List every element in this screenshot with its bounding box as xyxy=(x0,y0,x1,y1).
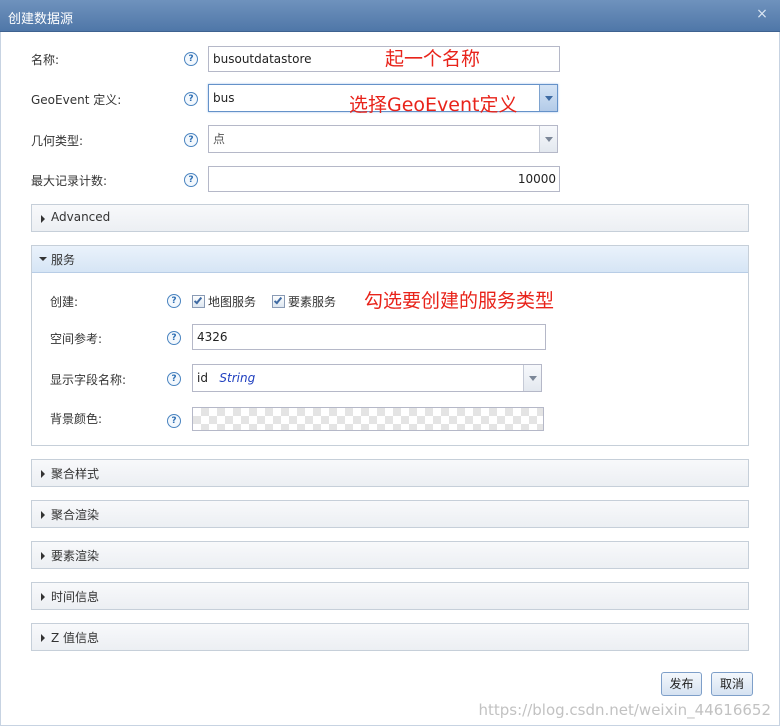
help-icon[interactable]: ? xyxy=(167,331,181,345)
check-icon xyxy=(193,295,203,305)
help-icon[interactable]: ? xyxy=(184,92,198,106)
panel-z-info[interactable]: Z 值信息 xyxy=(31,623,749,651)
dialog-body: 名称: ? busoutdatastore 起一个名称 GeoEvent 定义:… xyxy=(0,32,780,726)
geometry-label: 几何类型: xyxy=(31,134,84,148)
geoevent-select-value: bus xyxy=(213,91,235,105)
chevron-down-icon[interactable] xyxy=(523,365,541,391)
display-field-label: 显示字段名称: xyxy=(50,373,127,387)
create-label: 创建: xyxy=(50,295,79,309)
feature-service-checkbox[interactable] xyxy=(272,295,285,308)
cancel-button[interactable]: 取消 xyxy=(711,672,753,696)
panel-advanced[interactable]: Advanced xyxy=(31,204,749,232)
service-annotation: 勾选要创建的服务类型 xyxy=(364,290,555,312)
geoevent-annotation: 选择GeoEvent定义 xyxy=(349,94,518,116)
panel-aggregation-render-header[interactable]: 聚合渲染 xyxy=(32,501,748,528)
panel-feature-render-title: 要素渲染 xyxy=(51,549,100,563)
panel-aggregation-style-header[interactable]: 聚合样式 xyxy=(32,460,748,487)
geometry-select[interactable]: 点 xyxy=(208,125,558,153)
close-icon[interactable]: × xyxy=(754,6,770,22)
spatial-ref-label: 空间参考: xyxy=(50,332,103,346)
display-field-select[interactable]: id String xyxy=(192,364,542,392)
panel-aggregation-render[interactable]: 聚合渲染 xyxy=(31,500,749,528)
panel-advanced-title: Advanced xyxy=(51,210,111,224)
panel-service: 服务 创建: ? 地图服务 要素服务 勾选要创建的服务类型 空间参考: ? 43… xyxy=(31,245,749,446)
panel-feature-render-header[interactable]: 要素渲染 xyxy=(32,542,748,569)
panel-service-header[interactable]: 服务 xyxy=(32,246,748,273)
display-field-name: id xyxy=(197,371,208,385)
panel-aggregation-style[interactable]: 聚合样式 xyxy=(31,459,749,487)
help-icon[interactable]: ? xyxy=(167,372,181,386)
panel-aggregation-render-title: 聚合渲染 xyxy=(51,508,100,522)
help-icon[interactable]: ? xyxy=(184,133,198,147)
dialog-title: 创建数据源 xyxy=(8,12,74,27)
dialog-title-bar[interactable]: 创建数据源 × xyxy=(0,0,780,32)
spatial-ref-input[interactable]: 4326 xyxy=(192,324,546,350)
watermark: https://blog.csdn.net/weixin_44616652 xyxy=(478,701,771,719)
panel-time-info-header[interactable]: 时间信息 xyxy=(32,583,748,610)
display-field-value: id String xyxy=(197,365,255,391)
chevron-down-icon[interactable] xyxy=(539,85,557,111)
help-icon[interactable]: ? xyxy=(167,414,181,428)
name-input[interactable]: busoutdatastore xyxy=(208,46,560,72)
name-annotation: 起一个名称 xyxy=(385,48,481,70)
help-icon[interactable]: ? xyxy=(184,173,198,187)
geoevent-label: GeoEvent 定义: xyxy=(31,93,122,107)
expand-arrow-icon xyxy=(41,552,45,560)
max-records-label: 最大记录计数: xyxy=(31,174,108,188)
bg-color-label: 背景颜色: xyxy=(50,412,103,426)
collapse-arrow-icon xyxy=(39,257,47,261)
chevron-down-icon[interactable] xyxy=(539,126,557,152)
name-label: 名称: xyxy=(31,53,60,67)
max-records-input[interactable]: 10000 xyxy=(208,166,560,192)
display-field-type: String xyxy=(219,371,256,385)
expand-arrow-icon xyxy=(41,215,45,223)
expand-arrow-icon xyxy=(41,470,45,478)
expand-arrow-icon xyxy=(41,634,45,642)
map-service-label[interactable]: 地图服务 xyxy=(208,293,256,310)
bg-color-picker[interactable] xyxy=(192,407,544,431)
expand-arrow-icon xyxy=(41,593,45,601)
help-icon[interactable]: ? xyxy=(167,294,181,308)
panel-z-info-header[interactable]: Z 值信息 xyxy=(32,624,748,651)
feature-service-label[interactable]: 要素服务 xyxy=(288,293,336,310)
expand-arrow-icon xyxy=(41,511,45,519)
panel-advanced-header[interactable]: Advanced xyxy=(32,205,748,232)
check-icon xyxy=(273,295,283,305)
panel-aggregation-style-title: 聚合样式 xyxy=(51,467,100,481)
geometry-select-value: 点 xyxy=(213,132,226,146)
panel-time-info[interactable]: 时间信息 xyxy=(31,582,749,610)
help-icon[interactable]: ? xyxy=(184,52,198,66)
panel-feature-render[interactable]: 要素渲染 xyxy=(31,541,749,569)
publish-button[interactable]: 发布 xyxy=(661,672,702,696)
panel-z-info-title: Z 值信息 xyxy=(51,631,100,645)
panel-service-title: 服务 xyxy=(51,253,76,267)
panel-time-info-title: 时间信息 xyxy=(51,590,100,604)
map-service-checkbox[interactable] xyxy=(192,295,205,308)
